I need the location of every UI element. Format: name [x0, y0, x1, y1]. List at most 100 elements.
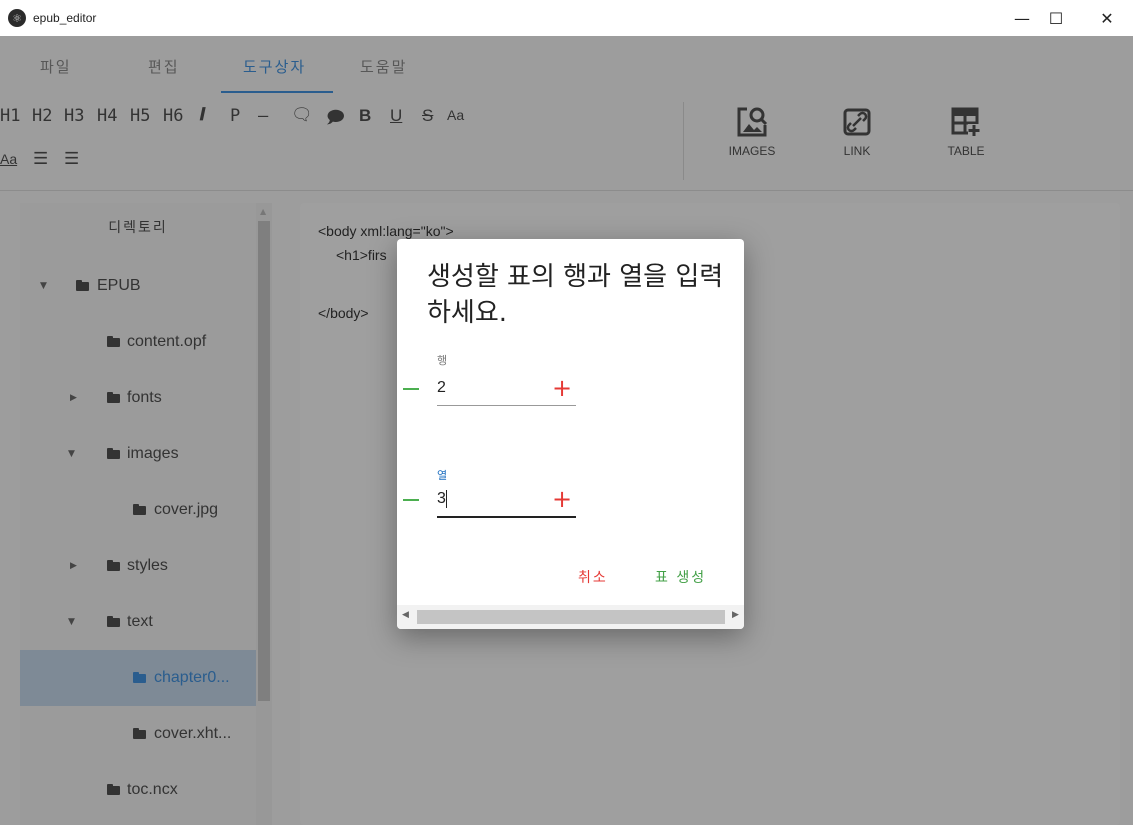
maximize-button[interactable]: ☐ — [1033, 0, 1079, 36]
images-label: IMAGES — [728, 144, 776, 158]
scroll-left-arrow-icon[interactable]: ◀ — [402, 610, 409, 620]
rows-label: 행 — [437, 354, 448, 367]
folder-icon — [133, 727, 146, 739]
code-line: <body xml:lang="ko"> — [318, 223, 454, 239]
tree-item-label: text — [127, 613, 153, 630]
code-line: <h1>firs — [336, 247, 387, 263]
app-logo-icon: ⚛ — [8, 9, 26, 27]
tree-item-label: EPUB — [97, 277, 141, 294]
h3-button[interactable]: H3 — [64, 106, 84, 126]
active-menu-indicator — [221, 91, 333, 93]
folder-icon — [133, 503, 146, 515]
table-add-icon — [926, 104, 1006, 140]
sidebar-scrollbar[interactable]: ▲ — [256, 203, 272, 825]
scrollbar-thumb[interactable] — [258, 221, 270, 701]
table-button[interactable]: TABLE — [926, 104, 1006, 158]
scroll-right-arrow-icon[interactable]: ▶ — [732, 610, 739, 620]
expand-arrow-icon[interactable]: ▼ — [68, 617, 75, 627]
rows-decrement-button[interactable] — [403, 388, 419, 390]
link-icon — [817, 104, 897, 140]
tree-item-label: styles — [127, 557, 168, 574]
expand-arrow-icon[interactable]: ▼ — [40, 281, 47, 291]
folder-icon — [107, 335, 120, 347]
bullet-list-icon[interactable]: ☰ — [33, 149, 48, 169]
directory-title: 디렉토리 — [108, 220, 168, 236]
font-size-up-button[interactable]: Aa — [447, 107, 464, 123]
cols-label: 열 — [437, 469, 448, 482]
message-icon[interactable]: 🗩 — [326, 105, 345, 134]
text-caret — [446, 490, 447, 508]
tree-item-cover-xhtml[interactable]: cover.xht... — [20, 706, 256, 762]
h2-button[interactable]: H2 — [32, 106, 52, 126]
link-button[interactable]: LINK — [817, 104, 897, 158]
tree-item-label: images — [127, 445, 179, 462]
window-title: epub_editor — [33, 11, 97, 25]
tree-item-label: chapter0... — [154, 669, 230, 686]
tree-item-label: fonts — [127, 389, 162, 406]
images-button[interactable]: IMAGES — [712, 104, 792, 158]
tree-item-cover-jpg[interactable]: cover.jpg — [20, 482, 256, 538]
tree-item-toc-ncx[interactable]: toc.ncx — [20, 762, 256, 818]
dialog-title: 생성할 표의 행과 열을 입력하세요. — [427, 262, 724, 328]
cols-increment-button[interactable]: + — [552, 487, 572, 511]
folder-icon — [107, 615, 120, 627]
scroll-up-arrow-icon[interactable]: ▲ — [260, 207, 266, 216]
tree-item-label: cover.xht... — [154, 725, 232, 742]
cancel-button[interactable]: 취소 — [578, 567, 608, 587]
menu-help[interactable]: 도움말 — [360, 56, 407, 77]
collapse-arrow-icon[interactable]: ▶ — [70, 561, 77, 571]
tree-item-text[interactable]: ▼ text — [20, 594, 256, 650]
table-label: TABLE — [947, 144, 985, 158]
folder-icon — [107, 559, 120, 571]
menu-toolbox[interactable]: 도구상자 — [243, 56, 306, 77]
bold-button[interactable]: B — [359, 106, 371, 126]
tree-item-images[interactable]: ▼ images — [20, 426, 256, 482]
directory-tree: 디렉토리 ▼ EPUB content.opf ▶ fonts ▼ images — [20, 203, 256, 825]
tree-item-label: cover.jpg — [154, 501, 219, 518]
underline-button[interactable]: U — [390, 106, 402, 126]
folder-icon — [107, 447, 120, 459]
title-bar: ⚛ epub_editor — ☐ ✕ — [0, 0, 1133, 36]
h6-button[interactable]: H6 — [163, 106, 183, 126]
tree-item-chapter[interactable]: chapter0... — [20, 650, 256, 706]
dialog-horizontal-scrollbar[interactable]: ◀ ▶ — [397, 605, 744, 629]
horizontal-rule-button[interactable]: — — [258, 106, 268, 126]
create-table-button[interactable]: 표 생성 — [655, 567, 706, 587]
cols-decrement-button[interactable] — [403, 499, 419, 501]
cols-underline — [437, 516, 576, 518]
image-search-icon — [712, 104, 792, 140]
tree-item-label: content.opf — [127, 333, 207, 350]
h1-button[interactable]: H1 — [0, 106, 20, 126]
link-label: LINK — [843, 144, 871, 158]
rows-underline — [437, 405, 576, 406]
tree-item-content-opf[interactable]: content.opf — [20, 314, 256, 370]
tree-item-epub[interactable]: ▼ EPUB — [20, 258, 256, 314]
numbered-list-icon[interactable]: ☰ — [64, 149, 79, 169]
folder-icon — [107, 783, 120, 795]
menu-file[interactable]: 파일 — [40, 56, 72, 77]
menu-edit[interactable]: 편집 — [148, 56, 180, 77]
toolbar: H1 H2 H3 H4 H5 H6 𝑰 P — 🗨 🗩 B U S Aa Aa … — [0, 94, 1133, 191]
italic-button[interactable]: 𝑰 — [200, 105, 205, 125]
close-button[interactable]: ✕ — [1084, 0, 1130, 36]
toolbar-divider — [683, 102, 684, 180]
menu-bar: 파일 편집 도구상자 도움말 — [0, 36, 1133, 94]
horizontal-scroll-thumb[interactable] — [417, 610, 725, 624]
folder-icon — [133, 671, 146, 683]
tree-item-label: toc.ncx — [127, 781, 178, 798]
collapse-arrow-icon[interactable]: ▶ — [70, 393, 77, 403]
rows-increment-button[interactable]: + — [552, 376, 572, 400]
code-line: </body> — [318, 305, 369, 321]
comment-icon[interactable]: 🗨 — [291, 105, 313, 125]
tree-item-styles[interactable]: ▶ styles — [20, 538, 256, 594]
strikethrough-button[interactable]: S — [422, 106, 433, 126]
paragraph-button[interactable]: P — [230, 106, 240, 126]
font-size-down-button[interactable]: Aa — [0, 151, 17, 167]
create-table-dialog: 생성할 표의 행과 열을 입력하세요. 행 + 열 + 취소 표 생성 ◀ ▶ — [397, 239, 744, 629]
h5-button[interactable]: H5 — [130, 106, 150, 126]
tree-item-fonts[interactable]: ▶ fonts — [20, 370, 256, 426]
folder-icon — [107, 391, 120, 403]
h4-button[interactable]: H4 — [97, 106, 117, 126]
folder-icon — [76, 279, 89, 291]
expand-arrow-icon[interactable]: ▼ — [68, 449, 75, 459]
